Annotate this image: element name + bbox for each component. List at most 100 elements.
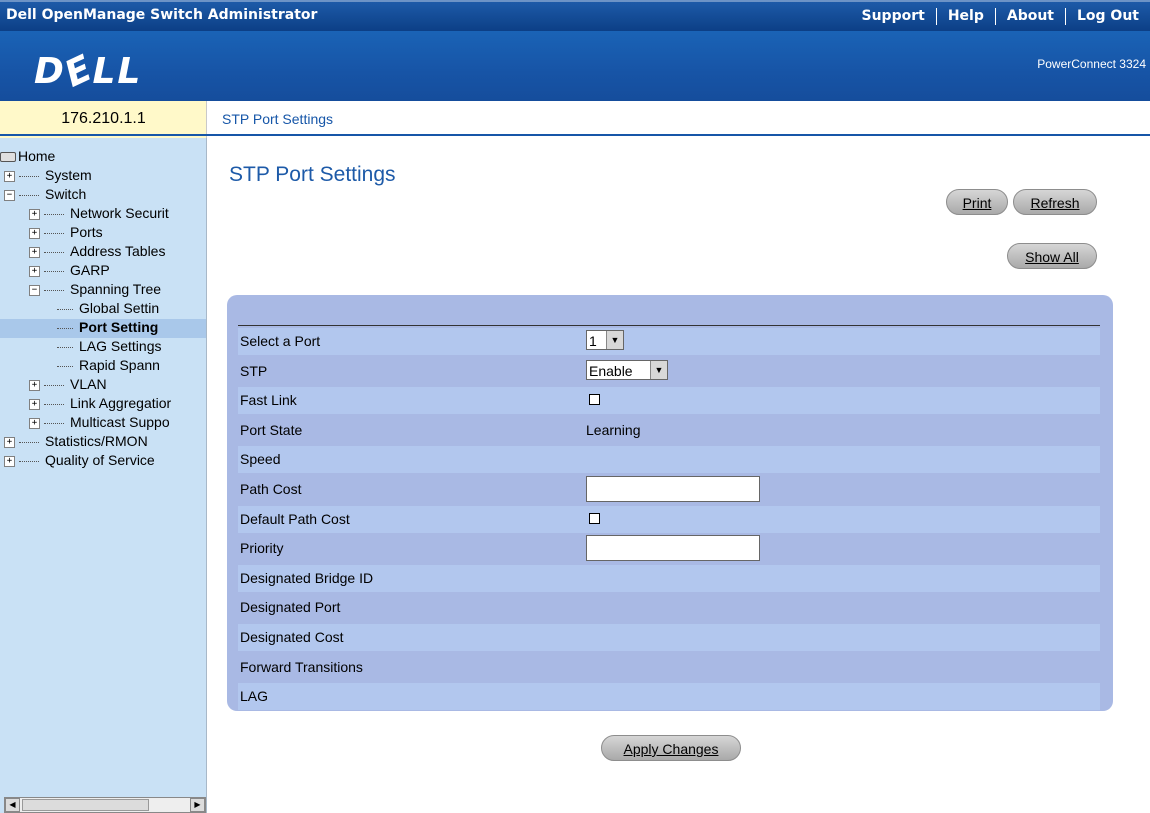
expand-icon[interactable]: +	[29, 379, 40, 391]
sidebar-horizontal-scrollbar[interactable]: ◀ ▶	[4, 797, 206, 813]
device-ip: 176.210.1.1	[61, 110, 146, 127]
tree-connector	[44, 232, 64, 234]
about-link[interactable]: About	[994, 8, 1065, 25]
field-label: Forward Transitions	[240, 658, 363, 675]
logout-link[interactable]: Log Out	[1065, 8, 1150, 25]
tree-connector	[44, 289, 64, 291]
scroll-right-icon[interactable]: ▶	[190, 798, 205, 812]
tree-connector	[57, 346, 73, 348]
collapse-icon[interactable]: −	[29, 284, 40, 296]
product-name: PowerConnect 3324	[1037, 57, 1146, 71]
tree-connector	[44, 422, 64, 424]
field-label: Port State	[240, 421, 303, 438]
field-row-lag: LAG	[238, 683, 1100, 711]
sidebar-item-statistics-rmon[interactable]: + Statistics/RMON	[0, 433, 148, 452]
field-label: Select a Port	[240, 333, 321, 349]
select-value: Enable	[589, 362, 633, 379]
page-title: STP Port Settings	[229, 163, 396, 186]
sidebar-item-label: Ports	[70, 224, 103, 240]
sidebar-item-garp[interactable]: + GARP	[0, 262, 110, 281]
field-label: Default Path Cost	[240, 510, 350, 527]
sidebar-item-port-setting[interactable]: Port Setting	[0, 319, 206, 338]
tree-connector	[19, 460, 39, 462]
sidebar-item-system[interactable]: + System	[0, 167, 92, 186]
field-label: Speed	[240, 451, 281, 468]
field-row-port-state: Port State Learning	[238, 416, 1100, 444]
sidebar-item-address-tables[interactable]: + Address Tables	[0, 243, 165, 262]
sidebar-item-home[interactable]: Home	[0, 148, 55, 167]
sidebar-item-label: Multicast Suppo	[70, 414, 170, 430]
help-link[interactable]: Help	[935, 8, 995, 25]
expand-icon[interactable]: +	[4, 455, 15, 467]
scroll-thumb[interactable]	[22, 799, 149, 811]
support-link[interactable]: Support	[851, 8, 936, 25]
sidebar-item-multicast-suppo[interactable]: + Multicast Suppo	[0, 414, 170, 433]
path-cost-input[interactable]	[586, 476, 760, 502]
tree-connector	[57, 308, 73, 310]
tree-connector	[44, 403, 64, 405]
refresh-button[interactable]: Refresh	[1013, 189, 1097, 215]
settings-panel: Select a Port 1 ▼ STP Enable ▼ Fast Link Port S…	[227, 295, 1113, 711]
field-row-designated-bridge-id: Designated Bridge ID	[238, 564, 1100, 592]
tree-connector	[19, 441, 39, 443]
sidebar-item-lag-settings[interactable]: LAG Settings	[0, 338, 162, 357]
chevron-down-icon[interactable]: ▼	[650, 360, 667, 379]
expand-icon[interactable]: +	[4, 436, 15, 448]
sidebar-item-ports[interactable]: + Ports	[0, 224, 103, 243]
sidebar-tree: Home + System − Switch + Network Securit + Ports…	[0, 138, 207, 813]
sidebar-item-switch[interactable]: − Switch	[0, 186, 86, 205]
expand-icon[interactable]: +	[29, 246, 40, 258]
device-ip-box: 176.210.1.1	[0, 101, 207, 138]
sidebar-item-rapid-spann[interactable]: Rapid Spann	[0, 357, 160, 376]
expand-icon[interactable]: +	[4, 170, 15, 182]
sidebar-item-label: Global Settin	[79, 300, 160, 316]
sidebar-item-label: GARP	[70, 262, 110, 278]
sidebar-item-link-aggregatior[interactable]: + Link Aggregatior	[0, 395, 171, 414]
tree-connector	[44, 384, 64, 386]
field-label: Path Cost	[240, 481, 302, 497]
sidebar-item-network-securit[interactable]: + Network Securit	[0, 205, 169, 224]
divider	[0, 134, 1150, 136]
tree-connector	[19, 194, 39, 196]
stp-select[interactable]: Enable ▼	[586, 359, 668, 380]
tree-connector	[57, 327, 73, 329]
field-row-fast-link: Fast Link	[238, 387, 1100, 415]
sidebar-item-quality-of-service[interactable]: + Quality of Service	[0, 452, 155, 471]
collapse-icon[interactable]: −	[4, 189, 15, 201]
field-row-path-cost: Path Cost	[238, 476, 1100, 503]
sidebar-item-label: Home	[18, 148, 56, 164]
expand-icon[interactable]: +	[29, 208, 40, 220]
field-label: LAG	[240, 688, 269, 705]
port-select[interactable]: 1 ▼	[586, 330, 624, 350]
sidebar-item-vlan[interactable]: + VLAN	[0, 376, 107, 395]
expand-icon[interactable]: +	[29, 417, 40, 429]
breadcrumb: STP Port Settings	[222, 111, 334, 127]
default-path-cost-checkbox[interactable]	[589, 512, 600, 524]
tree-connector	[44, 213, 64, 215]
expand-icon[interactable]: +	[29, 227, 40, 239]
top-bar: Dell OpenManage Switch Administrator Sup…	[0, 0, 1150, 31]
field-row-stp: STP Enable ▼	[238, 357, 1100, 385]
sidebar-item-label: Address Tables	[70, 243, 166, 259]
scroll-left-icon[interactable]: ◀	[5, 798, 20, 812]
tree-connector	[57, 365, 73, 367]
top-nav: Support Help About Log Out	[851, 2, 1150, 31]
apply-changes-button[interactable]: Apply Changes	[601, 735, 741, 761]
expand-icon[interactable]: +	[29, 398, 40, 410]
field-label: Fast Link	[240, 392, 297, 409]
chevron-down-icon[interactable]: ▼	[606, 331, 623, 349]
home-icon	[0, 152, 16, 163]
show-all-button[interactable]: Show All	[1007, 243, 1097, 269]
field-row-priority: Priority	[238, 535, 1100, 563]
expand-icon[interactable]: +	[29, 265, 40, 277]
fast-link-checkbox[interactable]	[589, 394, 600, 406]
sidebar-item-global-settin[interactable]: Global Settin	[0, 300, 159, 319]
field-row-speed: Speed	[238, 446, 1100, 474]
sidebar-item-label: Rapid Spann	[79, 357, 160, 373]
sidebar-item-label: Network Securit	[70, 205, 169, 221]
priority-input[interactable]	[586, 535, 760, 562]
tree-connector	[44, 270, 64, 272]
tree-connector	[44, 251, 64, 253]
print-button[interactable]: Print	[946, 189, 1008, 215]
sidebar-item-spanning-tree[interactable]: − Spanning Tree	[0, 281, 161, 300]
